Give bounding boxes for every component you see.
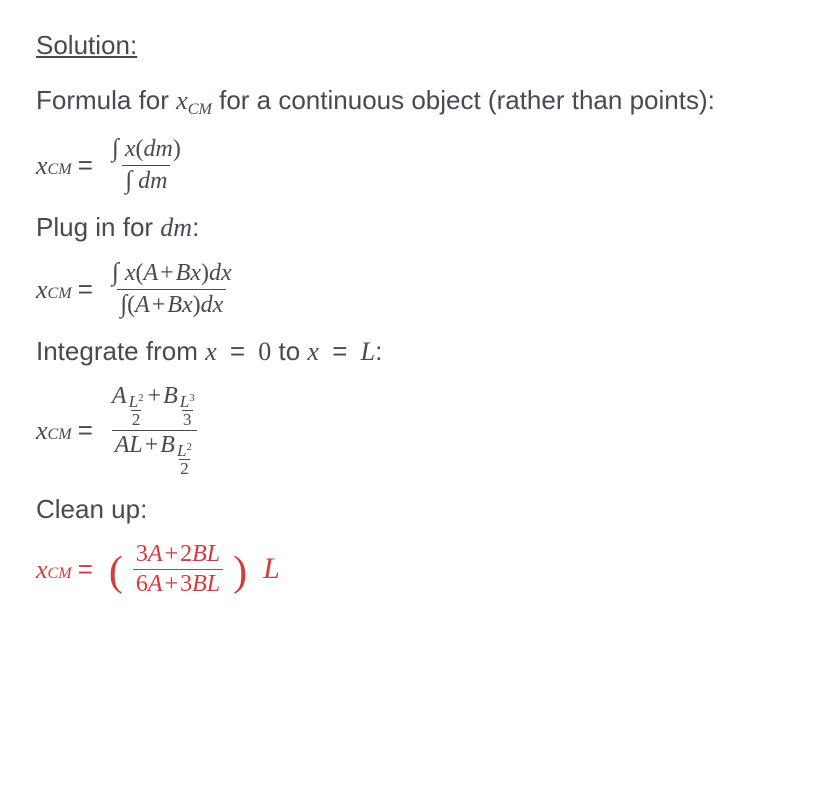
equation-1: xCM = ∫ x(dm) ∫ dm bbox=[36, 135, 795, 196]
equation-final: xCM = ( 3A+2BL 6A+3BL ) L bbox=[36, 541, 795, 599]
paragraph-formula-intro: Formula for xCM for a continuous object … bbox=[36, 83, 795, 121]
text-segment: Formula for bbox=[36, 85, 176, 115]
text-segment: : bbox=[192, 212, 199, 242]
paragraph-integrate: Integrate from x = 0 to x = L: bbox=[36, 334, 795, 369]
integral-icon: ∫ bbox=[112, 259, 119, 286]
math-L: L bbox=[361, 337, 375, 366]
eq-lhs: xCM = bbox=[36, 272, 99, 307]
eq1-denominator: ∫ dm bbox=[122, 165, 170, 196]
math-x: x bbox=[307, 337, 319, 366]
frac-L2-over-2: L22 bbox=[128, 393, 145, 429]
math-A: A bbox=[115, 432, 130, 458]
math-sub-cm: CM bbox=[48, 283, 72, 305]
math-x: x bbox=[205, 337, 217, 366]
plus-sign: + bbox=[146, 383, 164, 409]
equals-sign: = bbox=[72, 148, 99, 183]
math-x: x bbox=[36, 552, 48, 587]
equals-sign: = bbox=[72, 413, 99, 448]
eq1-fraction: ∫ x(dm) ∫ dm bbox=[109, 135, 184, 196]
math-x: x bbox=[176, 86, 188, 115]
math-B: B bbox=[160, 432, 175, 458]
math-L: L bbox=[263, 549, 280, 590]
eq3-fraction: AL22+BL33 AL+BL22 bbox=[109, 383, 200, 478]
eq-lhs: xCM = bbox=[36, 413, 99, 448]
plus-sign: + bbox=[143, 432, 161, 458]
math-x: x bbox=[36, 413, 48, 448]
text-segment: Plug in for bbox=[36, 212, 160, 242]
eq3-denominator: AL+BL22 bbox=[112, 430, 197, 478]
solution-heading: Solution: bbox=[36, 28, 137, 63]
math-x: x bbox=[36, 148, 48, 183]
integral-icon: ∫ bbox=[125, 167, 132, 194]
final-denominator: 6A+3BL bbox=[133, 569, 223, 599]
math-sub-cm: CM bbox=[188, 101, 212, 118]
eq2-numerator: ∫ x(A+Bx)dx bbox=[109, 259, 235, 289]
eq2-denominator: ∫(A+Bx)dx bbox=[117, 289, 226, 320]
eq3-numerator: AL22+BL33 bbox=[109, 383, 200, 430]
equals-sign: = bbox=[326, 336, 353, 366]
math-zero: 0 bbox=[258, 337, 271, 366]
text-segment: Integrate from bbox=[36, 336, 205, 366]
eq1-numerator: ∫ x(dm) bbox=[109, 135, 184, 165]
equation-3: xCM = AL22+BL33 AL+BL22 bbox=[36, 383, 795, 478]
frac-L2-over-2: L22 bbox=[176, 442, 193, 478]
math-sub-cm: CM bbox=[48, 159, 72, 181]
text-segment: : bbox=[375, 336, 382, 366]
equals-sign: = bbox=[224, 336, 251, 366]
paragraph-plug-in: Plug in for dm: bbox=[36, 210, 795, 245]
text-segment: for a continuous object (rather than poi… bbox=[212, 85, 715, 115]
integral-icon: ∫ bbox=[112, 135, 119, 162]
eq-lhs: xCM = bbox=[36, 552, 99, 587]
final-fraction: 3A+2BL 6A+3BL bbox=[133, 541, 223, 599]
paragraph-cleanup: Clean up: bbox=[36, 492, 795, 527]
frac-L3-over-3: L33 bbox=[179, 393, 196, 429]
math-x: x bbox=[36, 272, 48, 307]
text-segment: to bbox=[271, 336, 307, 366]
final-numerator: 3A+2BL bbox=[133, 541, 223, 570]
math-L: L bbox=[129, 432, 142, 458]
math-A: A bbox=[112, 383, 127, 409]
eq2-fraction: ∫ x(A+Bx)dx ∫(A+Bx)dx bbox=[109, 259, 235, 320]
math-dm: dm bbox=[160, 213, 192, 242]
math-sub-cm: CM bbox=[48, 563, 72, 585]
math-B: B bbox=[163, 383, 178, 409]
equation-2: xCM = ∫ x(A+Bx)dx ∫(A+Bx)dx bbox=[36, 259, 795, 320]
equals-sign: = bbox=[72, 552, 99, 587]
eq-lhs: xCM = bbox=[36, 148, 99, 183]
math-sub-cm: CM bbox=[48, 424, 72, 446]
equals-sign: = bbox=[72, 272, 99, 307]
